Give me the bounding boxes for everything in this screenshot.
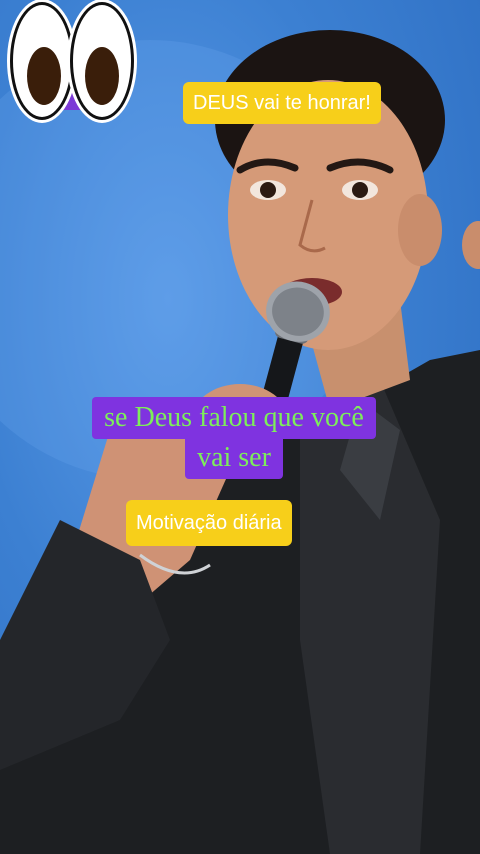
left-eye-icon: [10, 2, 74, 120]
right-eye-icon: [70, 2, 134, 120]
caption-middle: se Deus falou que você vai ser: [26, 397, 442, 479]
video-frame[interactable]: DEUS vai te honrar! se Deus falou que vo…: [0, 0, 480, 854]
caption-top: DEUS vai te honrar!: [183, 82, 381, 124]
caption-bottom: Motivação diária: [126, 500, 292, 546]
googly-eyes-icon: [6, 2, 134, 120]
caption-middle-line2: vai ser: [185, 437, 283, 479]
caption-middle-line1: se Deus falou que você: [92, 397, 376, 439]
